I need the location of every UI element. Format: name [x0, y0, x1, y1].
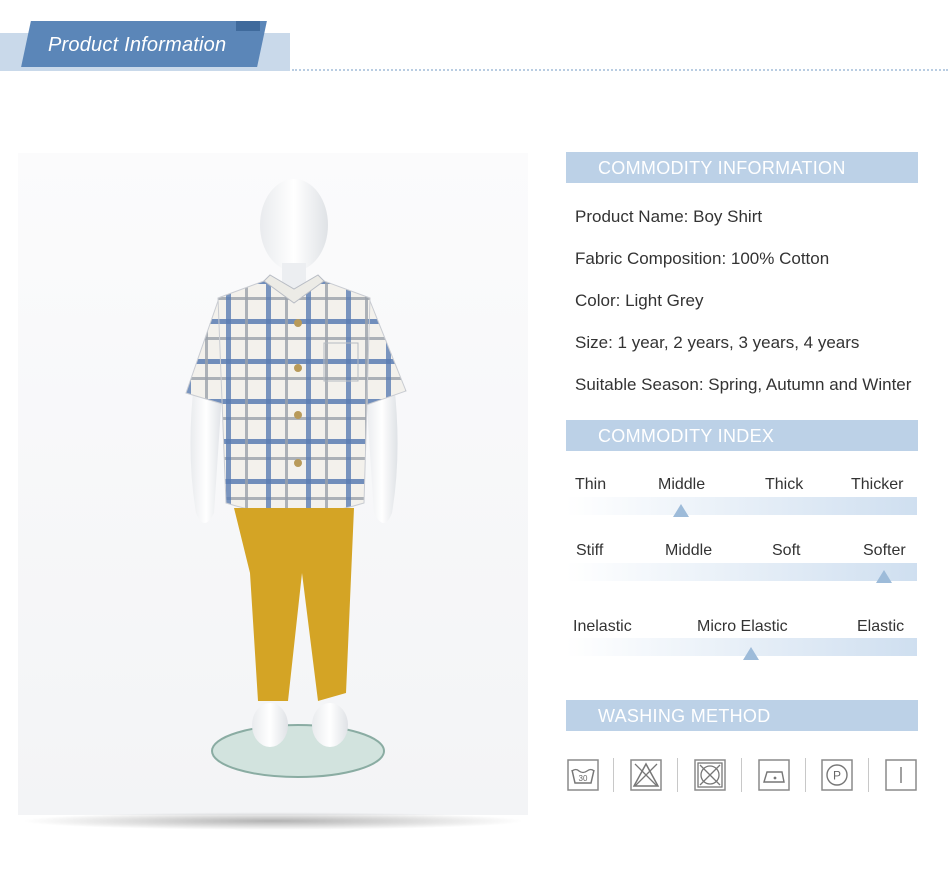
- washing-method-heading: WASHING METHOD: [598, 706, 771, 726]
- header-fold: [236, 21, 260, 31]
- svg-text:P: P: [833, 769, 841, 783]
- scale-label-elastic: Elastic: [857, 618, 905, 635]
- scale-label-stiff: Stiff: [576, 542, 604, 559]
- dry-clean-p-icon: P: [821, 759, 853, 791]
- scale-label-softer: Softer: [863, 542, 906, 559]
- scale-label-thick: Thick: [765, 476, 804, 493]
- thickness-marker: [673, 504, 689, 517]
- washing-method-header: WASHING METHOD: [566, 700, 918, 731]
- mannequin-illustration: [185, 179, 407, 778]
- info-fabric: Fabric Composition: 100% Cotton: [575, 249, 830, 268]
- info-product-name: Product Name: Boy Shirt: [575, 207, 763, 226]
- iron-low-icon: [758, 759, 790, 791]
- photo-shadow: [20, 812, 526, 830]
- wash-30-icon: 30: [567, 759, 599, 791]
- elasticity-scale-bar: [566, 638, 917, 656]
- info-size: Size: 1 year, 2 years, 3 years, 4 years: [575, 333, 860, 352]
- scale-label-middle: Middle: [658, 476, 706, 493]
- svg-text:30: 30: [579, 774, 588, 783]
- thickness-scale-bar: [566, 497, 917, 515]
- commodity-index-heading: COMMODITY INDEX: [598, 426, 775, 446]
- info-season: Suitable Season: Spring, Autumn and Wint…: [575, 375, 912, 394]
- scale-label-inelastic: Inelastic: [573, 618, 632, 635]
- scale-label-micro-elastic: Micro Elastic: [697, 618, 788, 635]
- commodity-information-header: COMMODITY INFORMATION: [566, 152, 918, 183]
- scale-label-middle-soft: Middle: [665, 542, 713, 559]
- do-not-tumble-dry-icon: [694, 759, 726, 791]
- do-not-bleach-icon: [630, 759, 662, 791]
- product-photo: [18, 153, 528, 815]
- scale-label-soft: Soft: [772, 542, 801, 559]
- scale-label-thin: Thin: [575, 476, 607, 493]
- softness-marker: [876, 570, 892, 583]
- line-dry-icon: [885, 759, 917, 791]
- wash-separator: [805, 758, 806, 792]
- wash-separator: [741, 758, 742, 792]
- wash-separator: [613, 758, 614, 792]
- wash-separator: [868, 758, 869, 792]
- header-divider: [292, 69, 948, 71]
- commodity-index-header: COMMODITY INDEX: [566, 420, 918, 451]
- softness-scale-bar: [566, 563, 917, 581]
- scale-label-thicker: Thicker: [851, 476, 904, 493]
- info-color: Color: Light Grey: [575, 291, 704, 310]
- elasticity-marker: [743, 647, 759, 660]
- wash-separator: [677, 758, 678, 792]
- page-title: Product Information: [48, 34, 227, 56]
- commodity-information-heading: COMMODITY INFORMATION: [598, 158, 846, 178]
